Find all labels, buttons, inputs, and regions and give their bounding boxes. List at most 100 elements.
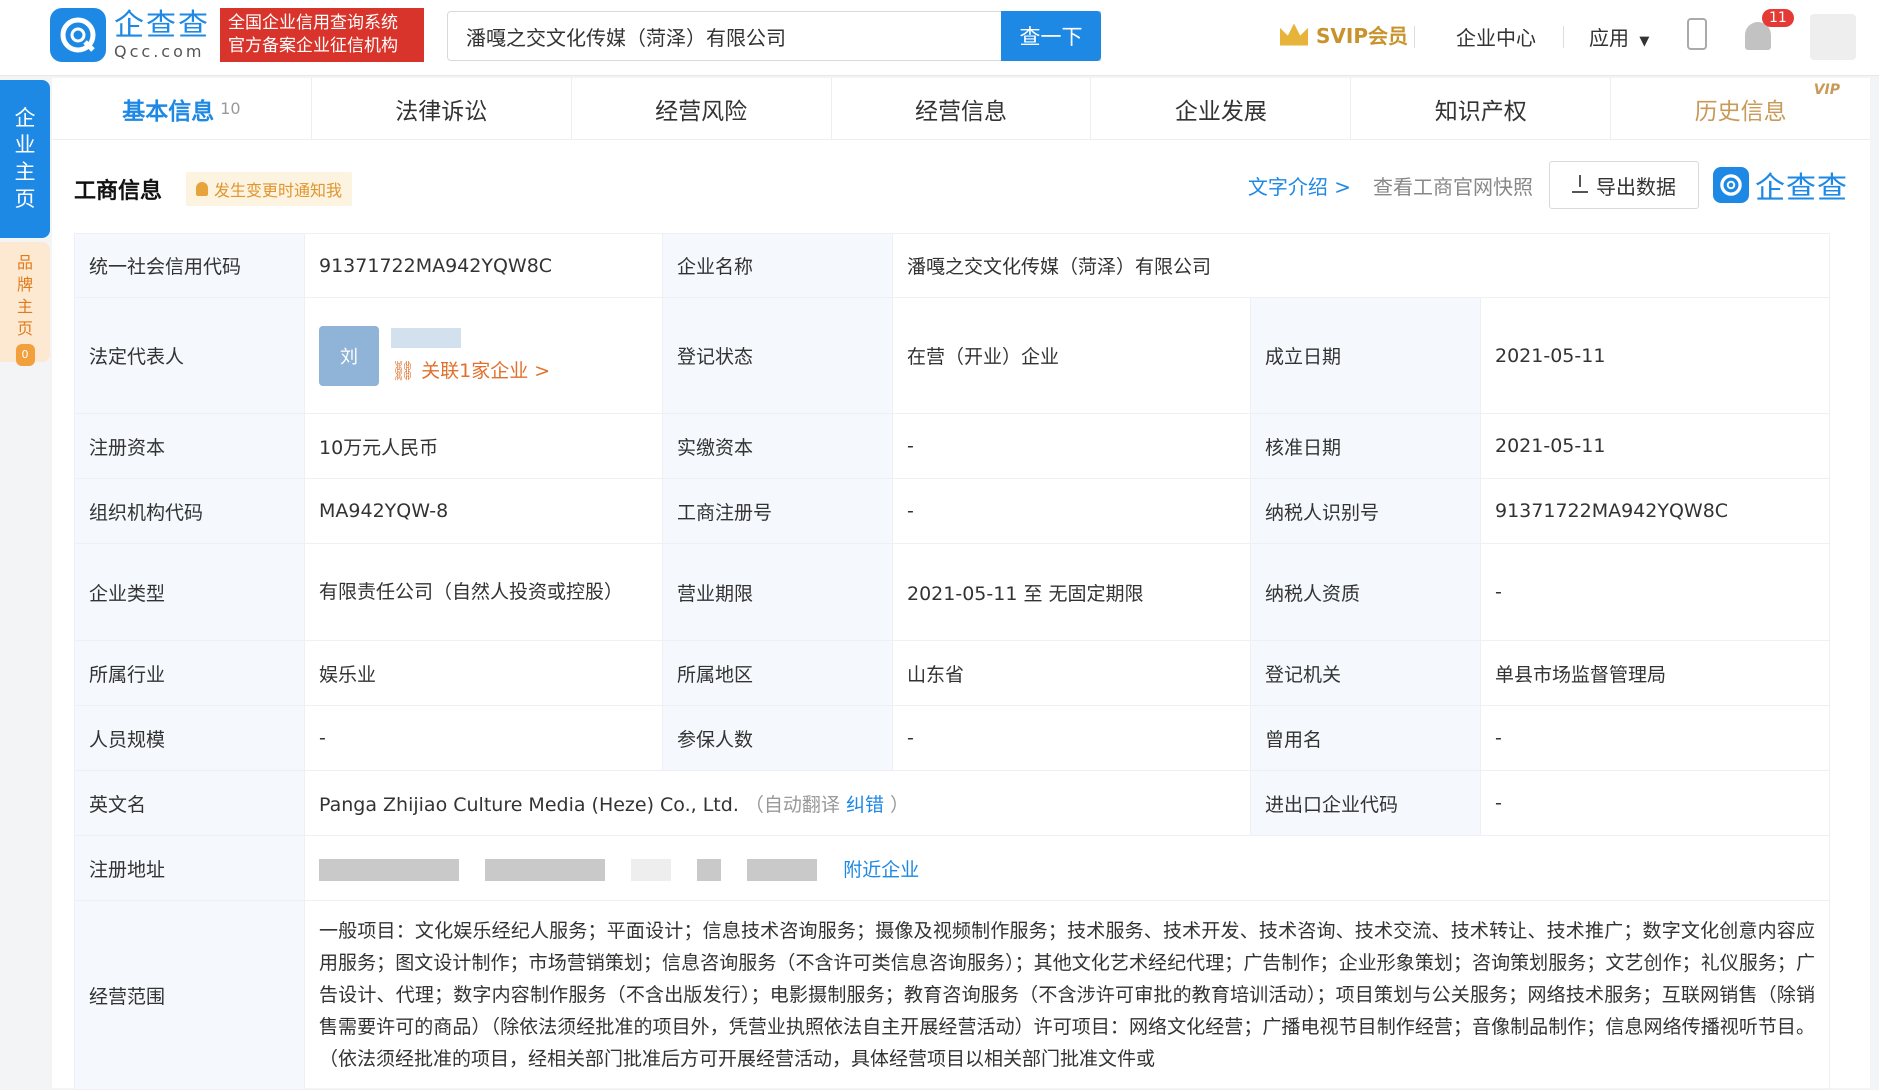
phone-icon[interactable]: [1687, 18, 1707, 50]
logo-text-en: Qcc.com: [114, 42, 205, 61]
label-org-code: 组织机构代码: [74, 478, 305, 544]
bell-small-icon: [196, 182, 209, 196]
value-reg-capital: 10万元人民币: [304, 413, 663, 479]
label-biz-reg-no: 工商注册号: [662, 478, 893, 544]
side-char: 主: [16, 297, 33, 316]
table-row: 人员规模 - 参保人数 - 曾用名 -: [74, 705, 1830, 771]
logo-mark-icon: [50, 8, 106, 62]
value-taxpayer-qual: -: [1480, 543, 1830, 641]
download-icon: [1572, 175, 1588, 193]
notification-badge: 11: [1762, 9, 1794, 27]
value-company-name: 潘嘎之交文化传媒（菏泽）有限公司: [892, 233, 1830, 298]
label-address: 注册地址: [74, 835, 305, 901]
tab-bar: 基本信息 10 法律诉讼 经营风险 经营信息 企业发展 知识产权 历史信息 VI…: [52, 78, 1870, 140]
value-credit-code: 91371722MA942YQW8C: [304, 233, 663, 298]
value-biz-reg-no: -: [892, 478, 1251, 544]
label-reg-authority: 登记机关: [1250, 640, 1481, 706]
address-blurred: [319, 859, 459, 881]
notify-label: 发生变更时通知我: [214, 181, 343, 200]
address-blurred: [747, 859, 818, 881]
side-char: 企: [14, 106, 36, 130]
value-paid-capital: -: [892, 413, 1251, 479]
paren: ）: [890, 793, 910, 816]
side-tab-brand-home[interactable]: 品 牌 主 页 0: [0, 242, 50, 366]
section-header: 工商信息 发生变更时通知我: [74, 168, 353, 210]
user-avatar[interactable]: [1810, 14, 1856, 60]
value-legal-rep: 刘 ⛓ 关联1家企业 >: [304, 297, 663, 414]
table-row: 经营范围 一般项目：文化娱乐经纪人服务；平面设计；信息技术咨询服务；摄像及视频制…: [74, 900, 1830, 1090]
label-paid-capital: 实缴资本: [662, 413, 893, 479]
export-button[interactable]: 导出数据: [1549, 161, 1699, 209]
table-row: 注册地址 附近企业: [74, 835, 1830, 901]
apps-menu[interactable]: 应用 ▼: [1589, 22, 1649, 51]
table-row: 企业类型 有限责任公司（自然人投资或控股） 营业期限 2021-05-11 至 …: [74, 543, 1830, 641]
enterprise-center-link[interactable]: 企业中心: [1456, 22, 1536, 51]
tab-count: 10: [220, 99, 241, 118]
value-taxpayer-id: 91371722MA942YQW8C: [1480, 478, 1830, 544]
top-header: 企查查 Qcc.com 全国企业信用查询系统 官方备案企业征信机构 潘嘎之交文化…: [0, 0, 1879, 76]
value-english-name: Panga Zhijiao Culture Media (Heze) Co., …: [304, 770, 1251, 836]
value-former-name: -: [1480, 705, 1830, 771]
side-char: 牌: [16, 275, 33, 294]
tab-basic-info[interactable]: 基本信息 10: [52, 78, 312, 139]
label-taxpayer-qual: 纳税人资质: [1250, 543, 1481, 641]
table-row: 英文名 Panga Zhijiao Culture Media (Heze) C…: [74, 770, 1830, 836]
caret-down-icon: ▼: [1639, 34, 1650, 49]
notify-button[interactable]: 发生变更时通知我: [186, 172, 353, 206]
side-char: 页: [14, 187, 36, 211]
value-scope: 一般项目：文化娱乐经纪人服务；平面设计；信息技术咨询服务；摄像及视频制作服务；技…: [304, 900, 1830, 1090]
legal-rep-name-blurred: [391, 328, 461, 348]
svip-label: SVIP会员: [1316, 24, 1408, 48]
vip-tag: VIP: [1813, 82, 1841, 98]
svip-link[interactable]: SVIP会员: [1280, 20, 1408, 49]
tab-development[interactable]: 企业发展: [1091, 78, 1352, 139]
official-banner: 全国企业信用查询系统 官方备案企业征信机构: [220, 8, 424, 62]
tab-ip[interactable]: 知识产权: [1351, 78, 1612, 139]
export-label: 导出数据: [1596, 174, 1676, 199]
text-intro-link[interactable]: 文字介绍 >: [1248, 171, 1351, 200]
tab-risk[interactable]: 经营风险: [572, 78, 832, 139]
table-row: 所属行业 娱乐业 所属地区 山东省 登记机关 单县市场监督管理局: [74, 640, 1830, 706]
tab-legal[interactable]: 法律诉讼: [312, 78, 572, 139]
search-input-value: 潘嘎之交文化传媒（菏泽）有限公司: [466, 25, 786, 50]
value-company-type: 有限责任公司（自然人投资或控股）: [304, 543, 663, 641]
banner-line-2: 官方备案企业征信机构: [228, 36, 398, 56]
related-companies-link[interactable]: ⛓ 关联1家企业 >: [391, 356, 550, 383]
label-reg-status: 登记状态: [662, 297, 893, 414]
label-insured: 参保人数: [662, 705, 893, 771]
label-industry: 所属行业: [74, 640, 305, 706]
search-button[interactable]: 查一下: [1001, 11, 1101, 61]
value-staff-size: -: [304, 705, 663, 771]
value-address: 附近企业: [304, 835, 1830, 901]
label-staff-size: 人员规模: [74, 705, 305, 771]
tab-operations[interactable]: 经营信息: [832, 78, 1092, 139]
tab-label: 基本信息: [122, 98, 215, 125]
label-former-name: 曾用名: [1250, 705, 1481, 771]
address-blurred: [485, 859, 606, 881]
side-tab-enterprise-home[interactable]: 企 业 主 页: [0, 80, 50, 238]
value-est-date: 2021-05-11: [1480, 297, 1830, 414]
label-english-name: 英文名: [74, 770, 305, 836]
value-region: 山东省: [892, 640, 1251, 706]
side-char: 业: [14, 133, 36, 157]
snapshot-link[interactable]: 查看工商官网快照: [1373, 171, 1533, 200]
value-biz-term: 2021-05-11 至 无固定期限: [892, 543, 1251, 641]
nearby-companies-link[interactable]: 附近企业: [843, 859, 919, 881]
value-reg-status: 在营（开业）企业: [892, 297, 1251, 414]
table-row: 注册资本 10万元人民币 实缴资本 - 核准日期 2021-05-11: [74, 413, 1830, 479]
site-logo[interactable]: 企查查 Qcc.com 全国企业信用查询系统 官方备案企业征信机构: [50, 8, 424, 62]
divider: [1563, 26, 1564, 48]
table-row: 统一社会信用代码 91371722MA942YQW8C 企业名称 潘嘎之交文化传…: [74, 233, 1830, 298]
divider: [1414, 26, 1415, 48]
tab-label: 历史信息: [1694, 98, 1787, 125]
correct-link[interactable]: 纠错: [846, 794, 884, 816]
label-reg-capital: 注册资本: [74, 413, 305, 479]
value-insured: -: [892, 705, 1251, 771]
label-approve-date: 核准日期: [1250, 413, 1481, 479]
section-tools: 文字介绍 > 查看工商官网快照 导出数据 企查查: [1248, 160, 1848, 210]
crown-icon: [1280, 23, 1308, 46]
label-company-type: 企业类型: [74, 543, 305, 641]
side-char: 页: [16, 319, 33, 338]
legal-rep-avatar[interactable]: 刘: [319, 325, 379, 386]
tab-history[interactable]: 历史信息 VIP: [1611, 78, 1870, 139]
